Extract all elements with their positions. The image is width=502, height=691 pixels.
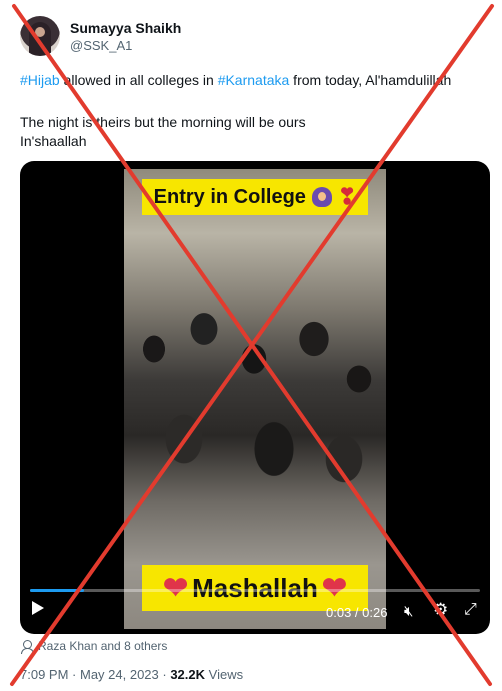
liked-by-text: Raza Khan and 8 others [38,639,168,653]
video-caption-top: Entry in College ❣ [142,179,368,215]
meta-separator: · [68,667,80,682]
tweet-text-line-3: In'shaallah [20,133,87,149]
tweet-time[interactable]: 7:09 PM [20,667,68,682]
heart-icon: ❤ [321,571,347,605]
heart-icon: ❤ [163,571,189,605]
hashtag-hijab[interactable]: #Hijab [20,72,60,88]
tweet-text-segment: from today, Al'hamdulillah [289,72,452,88]
video-frame: Entry in College ❣ ❤ Mashallah ❤ [124,169,386,629]
volume-muted-icon[interactable]: 🔇︎ [404,603,413,620]
caption-top-text: Entry in College [153,185,306,208]
tweet-text-line-2: The night is theirs but the morning will… [20,114,306,130]
fullscreen-icon[interactable]: ⤢ [464,601,477,619]
views-label: Views [205,667,244,682]
author-handle[interactable]: @SSK_A1 [70,38,132,53]
video-time: 0:03 / 0:26 [326,605,388,620]
person-icon [20,639,34,654]
video-progress-bar[interactable] [30,589,480,592]
tweet-text-line-1: #Hijab allowed in all colleges in #Karna… [20,72,451,88]
tweet-meta: 7:09 PM · May 24, 2023 · 32.2K Views [20,667,243,682]
heart-icon: ❣ [337,184,357,209]
video-crowd-scene [124,289,386,509]
tweet-date[interactable]: May 24, 2023 [80,667,159,682]
tweet-text-segment: allowed in all colleges in [59,72,218,88]
caption-bottom-text: Mashallah [192,572,318,603]
settings-icon[interactable]: ⚙ [433,600,448,620]
video-player[interactable]: Entry in College ❣ ❤ Mashallah ❤ 0:03 / … [20,161,490,634]
author-name[interactable]: Sumayya Shaikh [70,20,181,36]
play-icon[interactable] [32,601,44,615]
hijab-emoji-icon [311,187,332,207]
meta-separator: · [158,667,171,682]
hashtag-karnataka[interactable]: #Karnataka [218,72,290,88]
tweet-card: Sumayya Shaikh @SSK_A1 #Hijab allowed in… [0,0,502,691]
liked-by-row[interactable]: Raza Khan and 8 others [20,638,167,654]
video-progress-fill [30,589,84,592]
author-avatar[interactable] [20,16,60,56]
views-count: 32.2K [170,667,206,682]
avatar-face [35,27,45,37]
